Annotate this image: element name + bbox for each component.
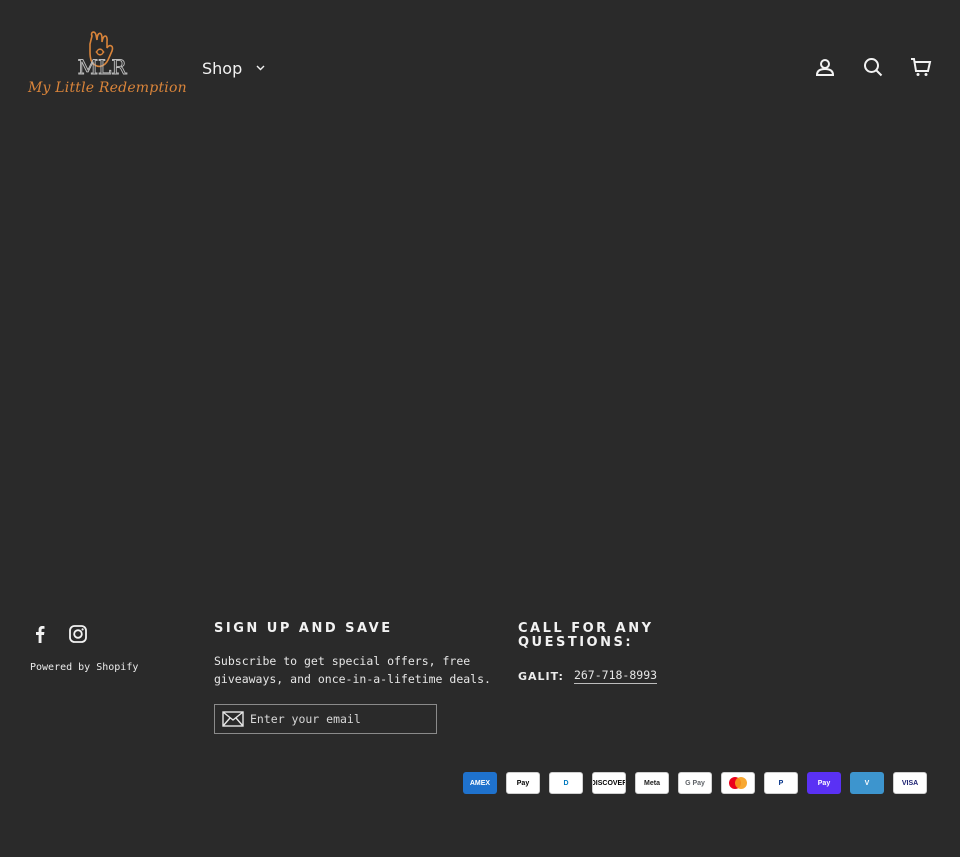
facebook-icon[interactable] xyxy=(30,624,50,644)
nav-shop-label: Shop xyxy=(202,58,243,78)
email-input[interactable] xyxy=(250,712,420,726)
site-logo[interactable]: MLR My Little Redemption xyxy=(28,30,187,108)
payment-icon-american-express: AMEX xyxy=(463,772,497,794)
contact-title: Call for any questions: xyxy=(518,621,654,650)
payment-icon-meta-pay: Meta xyxy=(635,772,669,794)
newsletter-title: Sign up and save xyxy=(214,621,393,636)
phone-link[interactable]: 267-718-8993 xyxy=(573,668,658,684)
payment-icon-paypal: P xyxy=(764,772,798,794)
newsletter-section: Sign up and save Subscribe to get specia… xyxy=(214,621,504,734)
newsletter-description: Subscribe to get special offers, free gi… xyxy=(214,654,491,686)
site-footer: Powered by Shopify Sign up and save Subs… xyxy=(0,600,960,857)
account-icon[interactable] xyxy=(814,56,836,78)
logo-text: My Little Redemption xyxy=(28,80,187,96)
envelope-icon[interactable] xyxy=(222,711,244,727)
powered-by-link[interactable]: Powered by Shopify xyxy=(30,662,138,673)
payment-icon-shop-pay: Pay xyxy=(807,772,841,794)
payment-icon-apple-pay: Pay xyxy=(506,772,540,794)
phone-label: GALIT: xyxy=(518,669,564,683)
svg-text:MLR: MLR xyxy=(78,55,128,79)
payment-icon-google-pay: G Pay xyxy=(678,772,712,794)
header-icons xyxy=(814,56,932,78)
nav-shop[interactable]: Shop xyxy=(202,56,265,80)
email-field[interactable] xyxy=(214,704,437,734)
payment-icon-discover: DISCOVER xyxy=(592,772,626,794)
cart-icon[interactable] xyxy=(910,56,932,78)
payment-icon-mastercard xyxy=(721,772,755,794)
search-icon[interactable] xyxy=(862,56,884,78)
social-links xyxy=(30,624,88,644)
contact-section: Call for any questions: GALIT: 267-718-8… xyxy=(518,622,698,684)
chevron-down-icon xyxy=(256,65,265,71)
payment-icon-venmo: V xyxy=(850,772,884,794)
instagram-icon[interactable] xyxy=(68,624,88,644)
payment-icons: AMEX Pay D DISCOVER Meta G Pay P Pay V VISA xyxy=(463,772,927,794)
payment-icon-visa: VISA xyxy=(893,772,927,794)
payment-icon-diners-club: D xyxy=(549,772,583,794)
site-header: MLR My Little Redemption Shop xyxy=(0,0,960,135)
hamsa-logo-icon: MLR xyxy=(77,31,128,79)
phone-line: GALIT: 267-718-8993 xyxy=(518,668,698,684)
